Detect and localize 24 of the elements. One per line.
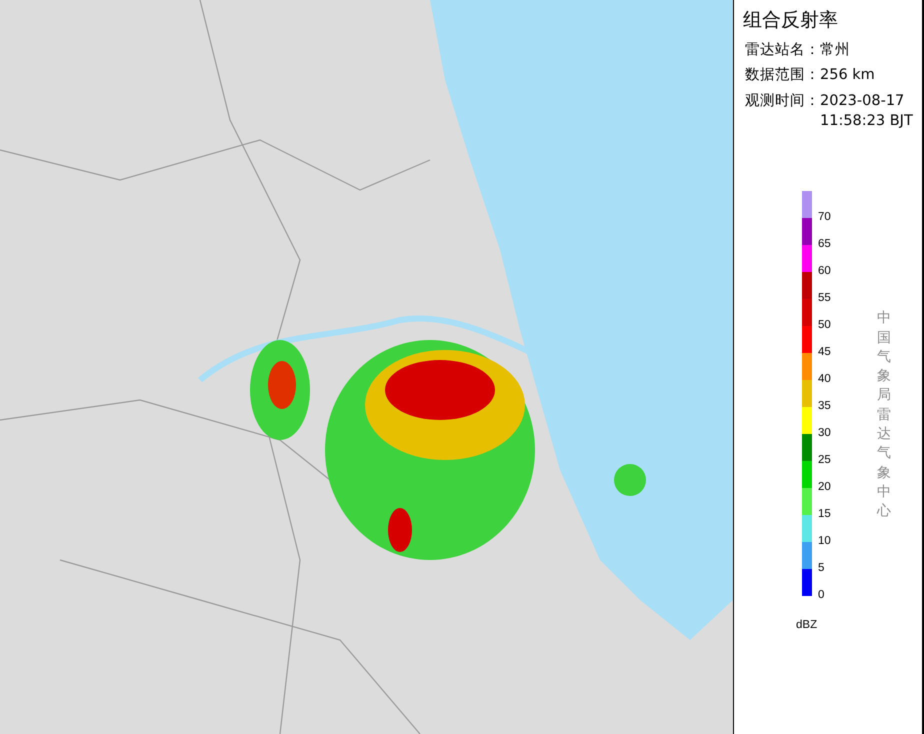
scale-label: 15 <box>818 507 831 522</box>
scale-label: 25 <box>818 453 831 468</box>
scale-label: 65 <box>818 237 831 252</box>
scale-label: 35 <box>818 399 831 414</box>
info-value: 2023-08-17 11:58:23 BJT <box>820 92 914 131</box>
scale-label: 40 <box>818 372 831 388</box>
info-label: 观测时间： <box>745 92 820 110</box>
credit-text: 中国气象局雷达气象中心 <box>876 309 891 522</box>
scale-label: 5 <box>818 561 826 576</box>
scale-label: 30 <box>818 426 831 442</box>
scale-label: 70 <box>818 210 831 226</box>
info-label: 雷达站名： <box>745 41 820 59</box>
scale-label: 50 <box>818 318 831 334</box>
panel-title: 组合反射率 <box>743 8 838 33</box>
scale-label: 10 <box>818 534 831 550</box>
info-value: 常州 <box>820 41 851 60</box>
scale-label: 45 <box>818 345 831 360</box>
scale-label: 20 <box>818 480 831 496</box>
info-value: 256 km <box>820 66 876 86</box>
scale-label: 0 <box>818 588 826 604</box>
unit-label: dBZ <box>796 619 818 632</box>
scale-label: 60 <box>818 264 831 280</box>
info-label: 数据范围： <box>745 66 820 84</box>
scale-label: 55 <box>818 291 831 306</box>
